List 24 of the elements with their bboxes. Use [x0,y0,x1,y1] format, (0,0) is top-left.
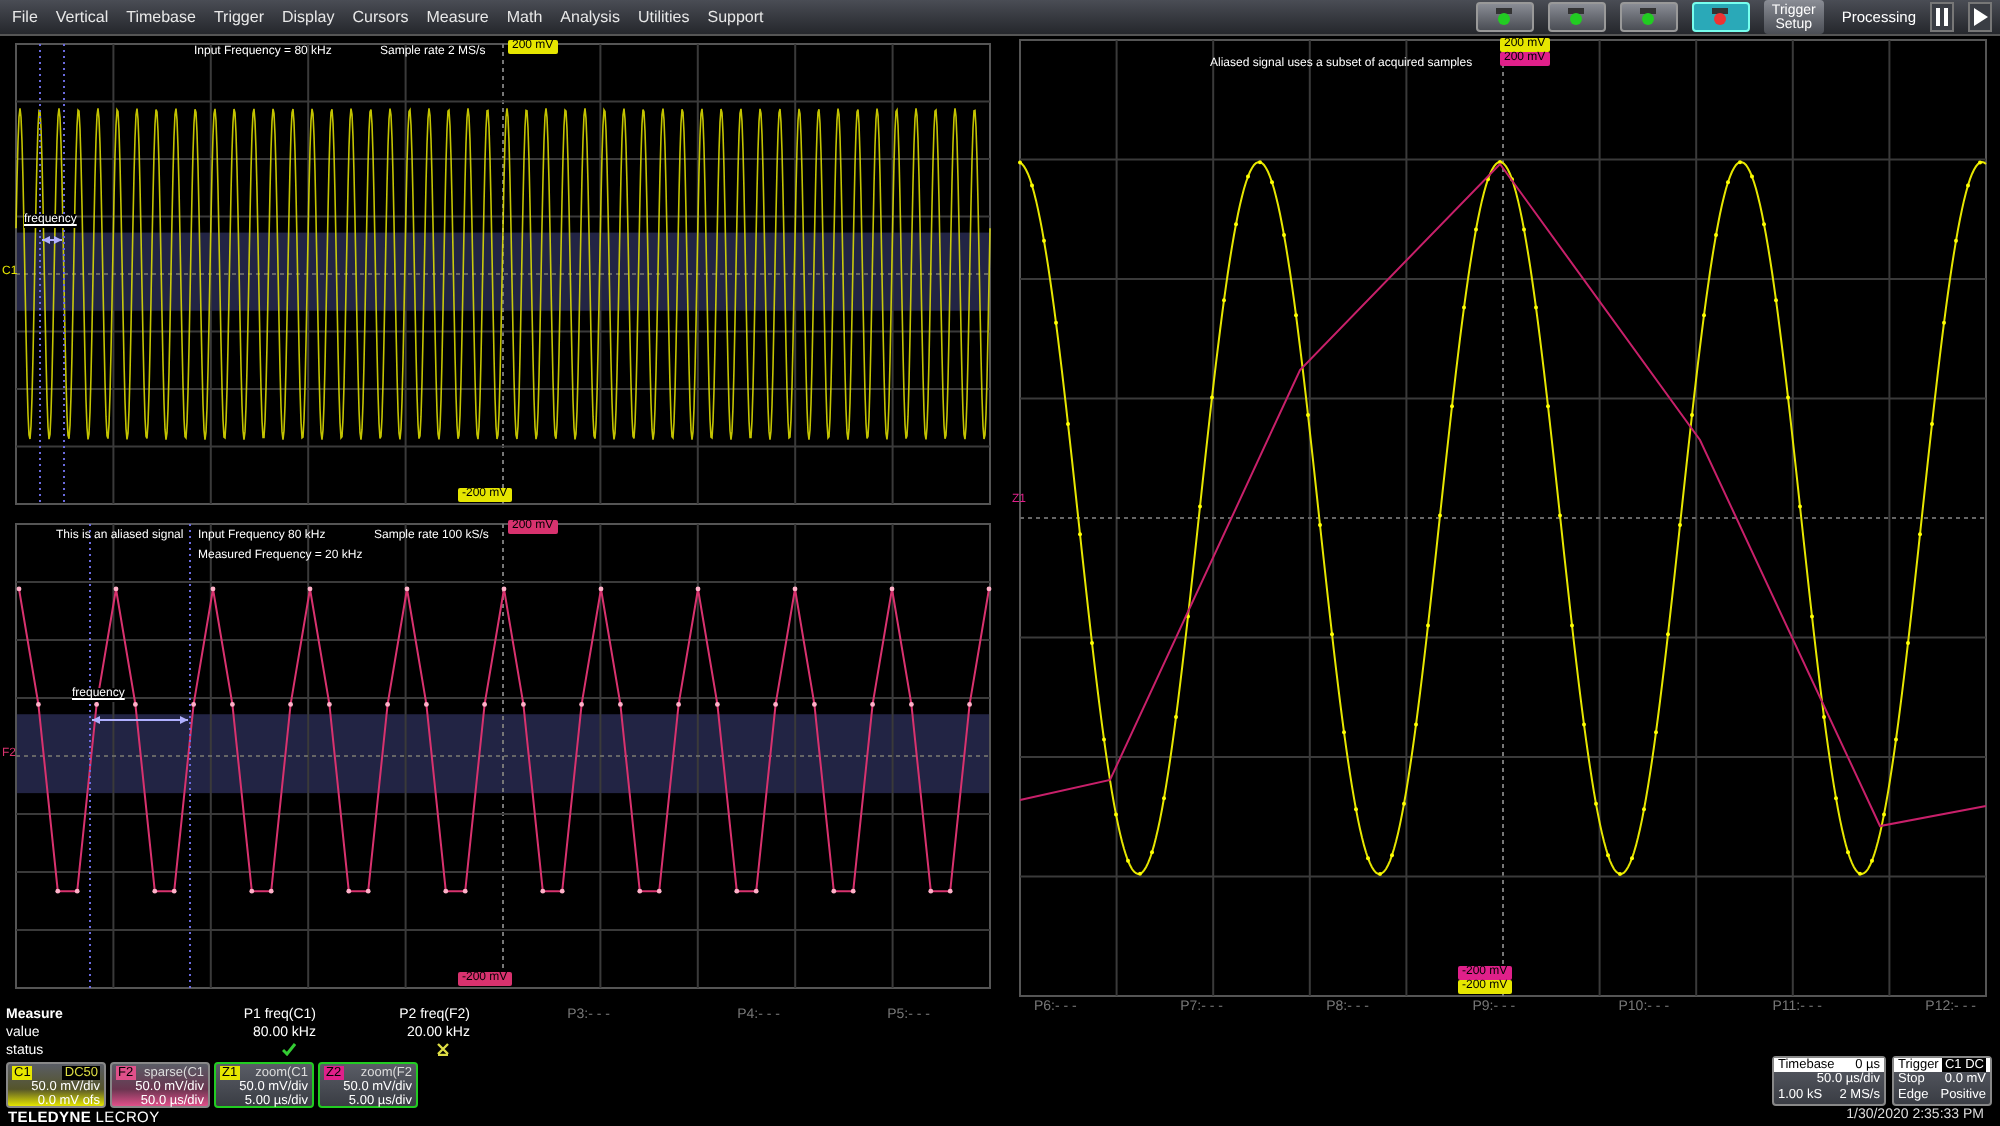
trigger-mode-button[interactable] [1475,2,1534,32]
menu-item[interactable]: Vertical [55,5,109,29]
play-button[interactable] [1968,2,1992,32]
menu-item[interactable]: Math [506,5,543,29]
cursor-arrow [41,236,63,244]
menu-item[interactable]: Measure [426,5,489,29]
light-icon [1638,8,1659,26]
menu-item[interactable]: Support [707,5,764,29]
light-icon [1566,8,1587,26]
play-icon [1972,8,1988,26]
menu-item[interactable]: Analysis [560,5,620,29]
pause-icon [1934,8,1950,26]
cursor-arrow [91,716,189,724]
menu-item[interactable]: Utilities [637,5,690,29]
pause-button[interactable] [1930,2,1954,32]
menu-item[interactable]: Cursors [352,5,409,29]
trigger-mode-button[interactable] [1619,2,1678,32]
menu-item[interactable]: Timebase [126,5,196,29]
light-icon [1494,8,1515,26]
menu-item[interactable]: Display [282,5,335,29]
menu-item[interactable]: File [12,5,38,29]
trigger-mode-button[interactable] [1547,2,1606,32]
light-icon [1710,8,1731,26]
menu-item[interactable]: Trigger [213,5,264,29]
